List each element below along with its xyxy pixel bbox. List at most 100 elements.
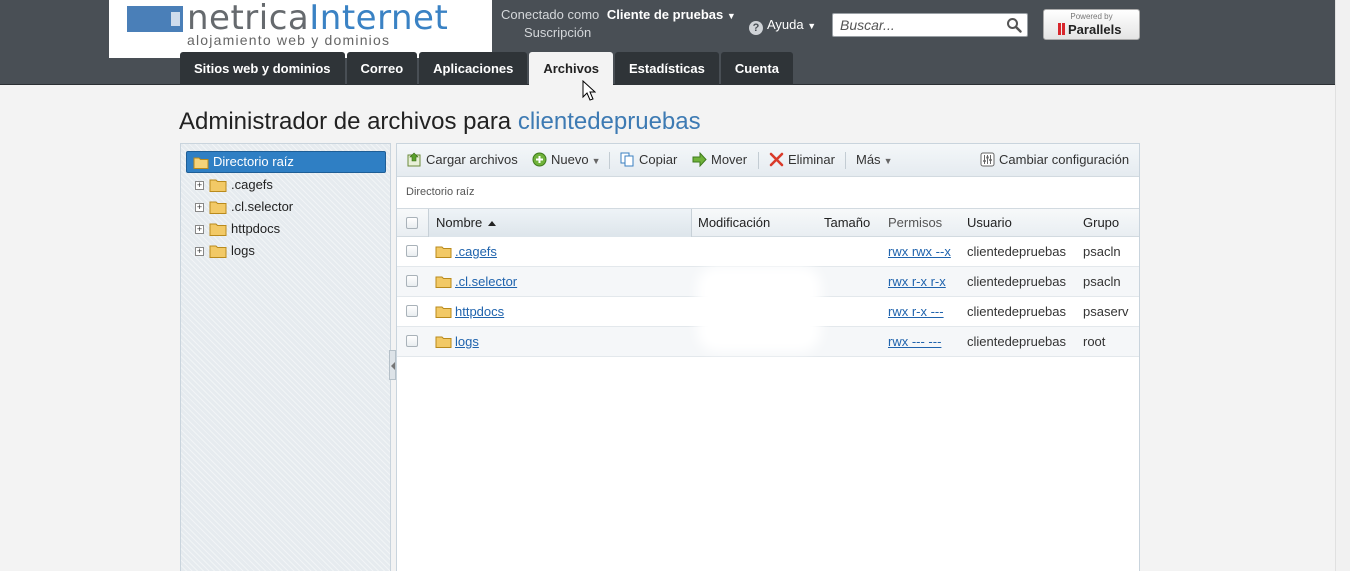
tab-files[interactable]: Archivos <box>529 52 613 86</box>
row-checkbox[interactable] <box>406 245 418 257</box>
folder-icon <box>435 306 452 318</box>
more-menu-button[interactable]: Más ▼ <box>856 152 892 169</box>
tree-item-cl-selector[interactable]: + .cl.selector <box>193 197 373 217</box>
copy-icon <box>620 152 634 167</box>
tab-applications[interactable]: Aplicaciones <box>419 52 528 85</box>
folder-link-logs[interactable]: logs <box>455 327 479 356</box>
expand-icon[interactable]: + <box>195 247 204 256</box>
copy-button[interactable]: Copiar <box>620 152 677 168</box>
folder-link-cl-selector[interactable]: .cl.selector <box>455 267 517 296</box>
move-button[interactable]: Mover <box>692 152 747 168</box>
panel-splitter[interactable] <box>389 350 396 380</box>
search-icon[interactable] <box>1006 17 1022 33</box>
search-box <box>832 13 1028 37</box>
group-cell: root <box>1083 334 1106 349</box>
file-name-cell: .cagefs <box>435 237 685 266</box>
page-scrollbar[interactable] <box>1335 0 1350 571</box>
column-header-modified[interactable]: Modificación <box>698 209 770 237</box>
column-header-group[interactable]: Grupo <box>1083 209 1119 237</box>
folder-icon <box>435 246 452 258</box>
redacted-area <box>697 266 821 352</box>
folder-icon <box>209 201 227 214</box>
file-toolbar: Cargar archivos Nuevo ▼ Copiar Mover Elim… <box>397 144 1139 177</box>
permissions-cell: rwx --- --- <box>888 327 941 356</box>
row-checkbox[interactable] <box>406 335 418 347</box>
parallels-logo-icon <box>1058 23 1061 35</box>
subscription-link[interactable]: Suscripción <box>524 25 591 40</box>
arrow-right-icon <box>692 152 707 167</box>
page-title: Administrador de archivos para clientede… <box>179 108 701 135</box>
table-row[interactable]: .cagefs rwx rwx --x clientedepruebas psa… <box>397 237 1139 267</box>
row-checkbox[interactable] <box>406 275 418 287</box>
group-cell: psacln <box>1083 244 1121 259</box>
help-menu[interactable]: ? Ayuda ▼ <box>749 17 816 35</box>
tab-account[interactable]: Cuenta <box>720 52 793 85</box>
user-cell: clientedepruebas <box>967 274 1067 289</box>
powered-by-parallels[interactable]: Powered by Parallels <box>1043 9 1140 40</box>
tree-item-httpdocs[interactable]: + httpdocs <box>193 219 373 239</box>
search-input[interactable] <box>833 14 1001 36</box>
tree-item-logs[interactable]: + logs <box>193 241 373 261</box>
folder-icon <box>435 336 452 348</box>
help-icon: ? <box>749 21 763 35</box>
breadcrumb[interactable]: Directorio raíz <box>406 186 474 198</box>
chevron-down-icon: ▼ <box>883 156 893 166</box>
chevron-down-icon: ▼ <box>591 156 601 166</box>
permissions-cell: rwx r-x --- <box>888 297 944 326</box>
folder-link-cagefs[interactable]: .cagefs <box>455 237 497 266</box>
table-header: Nombre Modificación Tamaño Permisos Usua… <box>397 208 1139 237</box>
column-header-size[interactable]: Tamaño <box>824 209 870 237</box>
tab-statistics[interactable]: Estadísticas <box>615 52 719 85</box>
user-cell: clientedepruebas <box>967 334 1067 349</box>
file-name-cell: .cl.selector <box>435 267 685 296</box>
column-header-name[interactable]: Nombre <box>428 209 692 237</box>
toolbar-divider <box>845 152 846 169</box>
expand-icon[interactable]: + <box>195 225 204 234</box>
permissions-link[interactable]: rwx --- --- <box>888 334 941 349</box>
tab-mail[interactable]: Correo <box>346 52 418 85</box>
settings-icon <box>980 152 995 167</box>
expand-icon[interactable]: + <box>195 181 204 190</box>
sort-ascending-icon <box>488 221 497 226</box>
permissions-cell: rwx rwx --x <box>888 237 951 266</box>
folder-icon <box>209 223 227 236</box>
top-header: netricaInternet alojamiento web y domini… <box>0 0 1335 86</box>
brand-logo[interactable]: netricaInternet alojamiento web y domini… <box>109 0 492 58</box>
toolbar-divider <box>609 152 610 169</box>
delete-button[interactable]: Eliminar <box>769 152 835 168</box>
permissions-link[interactable]: rwx rwx --x <box>888 244 951 259</box>
tree-item-cagefs[interactable]: + .cagefs <box>193 175 373 195</box>
upload-files-button[interactable]: Cargar archivos <box>407 152 518 168</box>
file-name-cell: httpdocs <box>435 297 685 326</box>
permissions-link[interactable]: rwx r-x --- <box>888 304 944 319</box>
column-header-user[interactable]: Usuario <box>967 209 1012 237</box>
delete-icon <box>769 152 784 167</box>
upload-icon <box>407 152 421 167</box>
expand-icon[interactable]: + <box>195 203 204 212</box>
login-info: Conectado como Cliente de pruebas ▼ <box>501 7 736 22</box>
column-header-permissions[interactable]: Permisos <box>888 209 942 237</box>
chevron-down-icon: ▼ <box>807 21 817 31</box>
tree-root-directory[interactable]: Directorio raíz <box>186 151 386 173</box>
file-manager-panel: Cargar archivos Nuevo ▼ Copiar Mover Elim… <box>396 143 1140 571</box>
permissions-link[interactable]: rwx r-x r-x <box>888 274 946 289</box>
user-cell: clientedepruebas <box>967 244 1067 259</box>
tab-websites-domains[interactable]: Sitios web y dominios <box>180 52 345 85</box>
folder-icon <box>209 179 227 192</box>
user-menu[interactable]: Cliente de pruebas ▼ <box>607 7 736 22</box>
file-name-cell: logs <box>435 327 685 356</box>
user-cell: clientedepruebas <box>967 304 1067 319</box>
group-cell: psacln <box>1083 274 1121 289</box>
connected-as-label: Conectado como <box>501 7 600 22</box>
new-menu-button[interactable]: Nuevo ▼ <box>532 152 601 169</box>
change-settings-button[interactable]: Cambiar configuración <box>980 152 1129 168</box>
folder-link-httpdocs[interactable]: httpdocs <box>455 297 504 326</box>
select-all-checkbox[interactable] <box>406 217 418 229</box>
folder-icon <box>435 276 452 288</box>
folder-icon <box>209 245 227 258</box>
add-icon <box>532 152 547 167</box>
row-checkbox[interactable] <box>406 305 418 317</box>
permissions-cell: rwx r-x r-x <box>888 267 946 296</box>
main-tabs: Sitios web y dominios Correo Aplicacione… <box>180 52 795 86</box>
group-cell: psaserv <box>1083 304 1129 319</box>
